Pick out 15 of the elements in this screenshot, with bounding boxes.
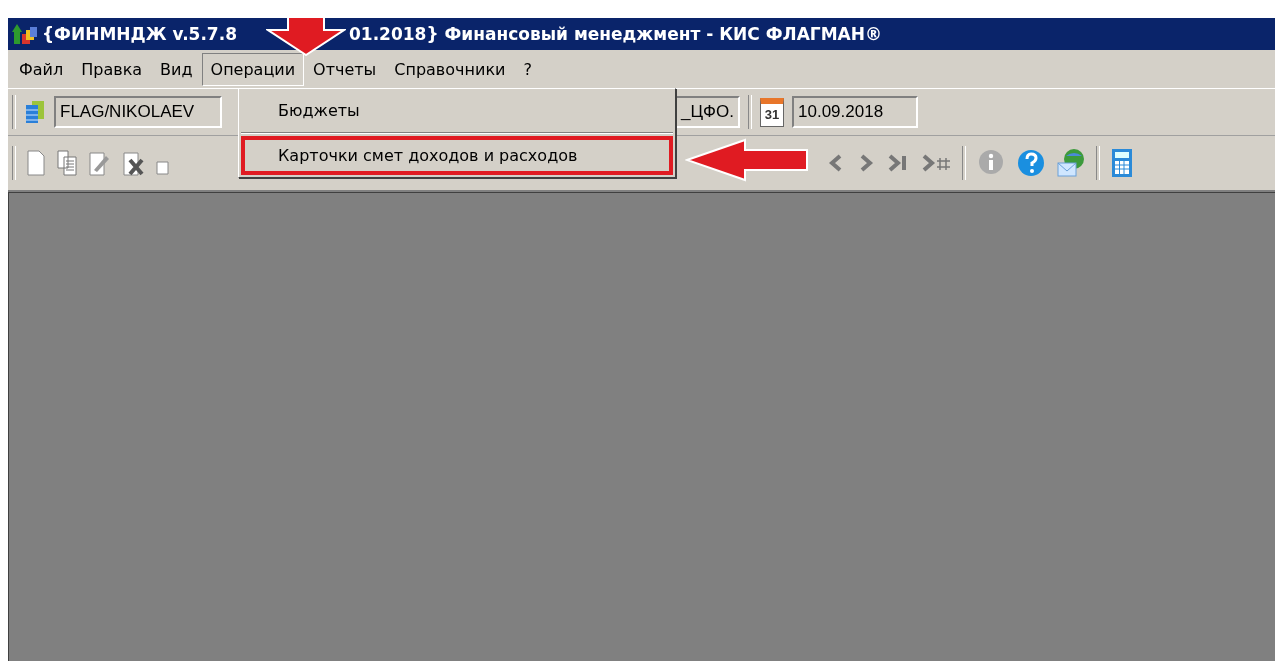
menu-item[interactable]: Правка <box>72 52 152 86</box>
menu-option[interactable]: Карточки смет доходов и расходов <box>241 136 673 175</box>
unit-field[interactable]: _ЦФО. <box>674 96 740 128</box>
menu-item[interactable]: Вид <box>151 52 202 86</box>
date-field[interactable]: 10.09.2018 <box>792 96 918 128</box>
calendar-icon[interactable]: 31 <box>760 97 784 127</box>
menu-item[interactable]: Отчеты <box>304 52 386 86</box>
window-title: {ФИНМНДЖ v.5.7.8 <box>42 24 237 44</box>
window-title: 01.2018} Финансовый менеджмент - КИС ФЛАГМАН® <box>349 24 882 44</box>
menu-item[interactable]: Операции <box>201 52 305 86</box>
menu-item[interactable]: ? <box>514 52 541 86</box>
menu-item[interactable]: Файл <box>10 52 73 86</box>
database-field[interactable]: FLAG/NIKOLAEV <box>54 96 222 128</box>
menu-item[interactable]: Справочники <box>385 52 515 86</box>
menu-option[interactable]: Бюджеты <box>241 91 673 130</box>
